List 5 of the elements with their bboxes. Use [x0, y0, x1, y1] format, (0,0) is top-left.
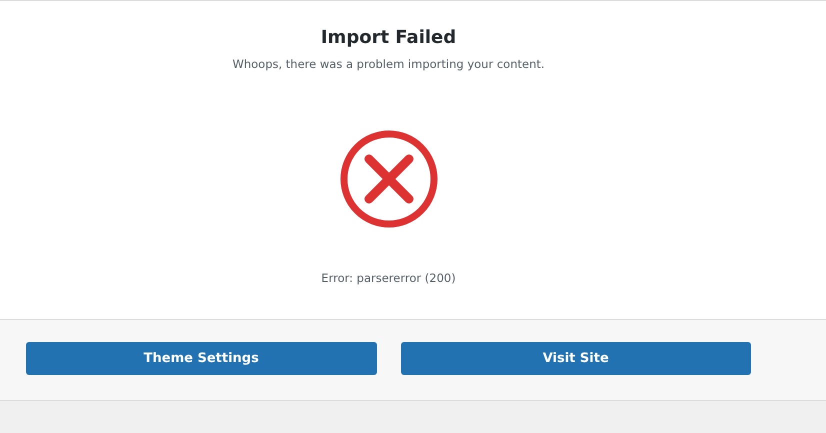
- action-button[interactable]: Theme Settings: [26, 342, 376, 375]
- action-button[interactable]: Visit Site: [400, 342, 751, 375]
- error-detail: Error: parsererror (200): [321, 270, 456, 286]
- dialog-title: Import Failed: [320, 26, 456, 50]
- error-message: Whoops, there was a problem importing your content.: [232, 56, 545, 72]
